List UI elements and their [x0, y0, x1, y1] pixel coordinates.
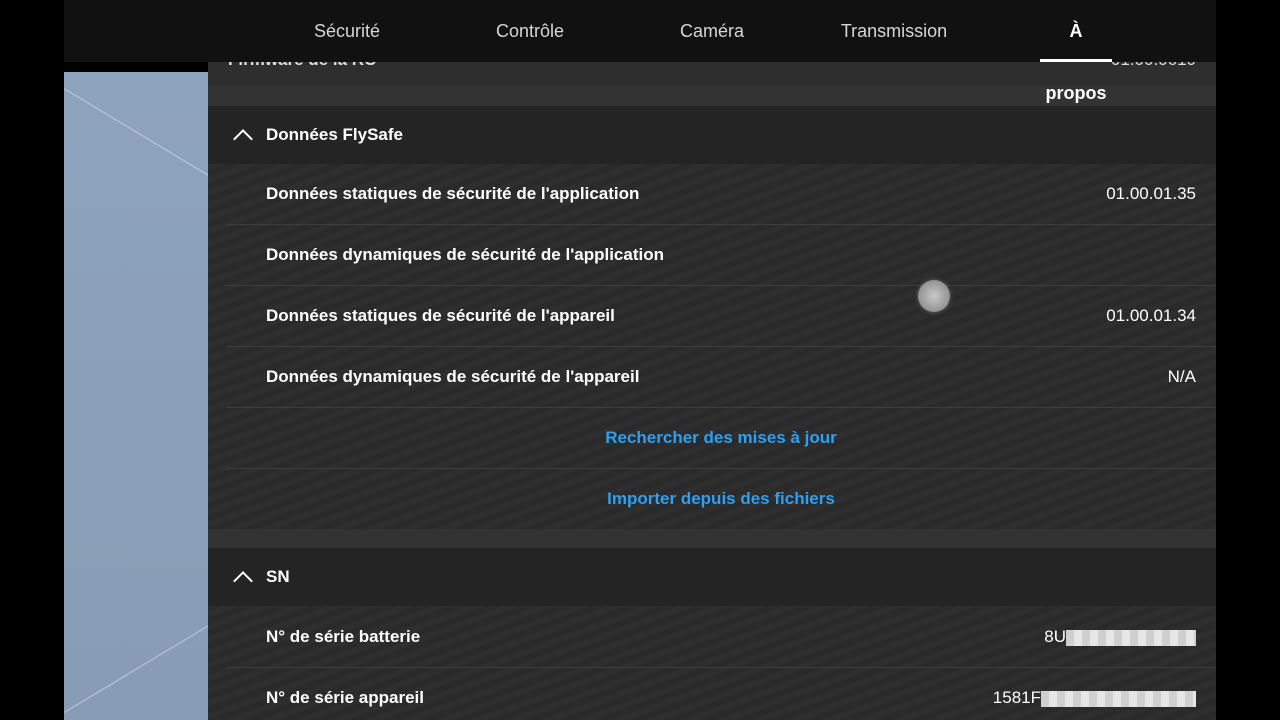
right-letterbox — [1216, 0, 1280, 720]
import-files-button[interactable]: Importer depuis des fichiers — [607, 489, 835, 509]
tab-a-propos[interactable]: À propos — [1040, 0, 1112, 103]
tab-label: Sécurité — [313, 21, 381, 41]
tab-securite[interactable]: Sécurité — [304, 0, 390, 62]
import-files-row: Importer depuis des fichiers — [226, 469, 1216, 530]
redacted-block — [1066, 629, 1196, 646]
tab-label: Contrôle — [495, 21, 565, 41]
settings-tab-bar: Sécurité Contrôle Caméra Transmission À … — [64, 0, 1216, 103]
aircraft-serial-value: 1581F — [993, 688, 1196, 708]
aircraft-static-safety-row: Données statiques de sécurité de l'appar… — [226, 286, 1216, 347]
section-gap — [208, 529, 1216, 548]
camera-view — [64, 72, 208, 720]
tab-controle[interactable]: Contrôle — [484, 0, 576, 62]
app-dynamic-safety-row: Données dynamiques de sécurité de l'appl… — [226, 225, 1216, 286]
check-updates-row: Rechercher des mises à jour — [226, 408, 1216, 469]
aircraft-serial-row: N° de série appareil 1581F — [226, 668, 1216, 720]
sn-section-title: SN — [266, 567, 290, 586]
row-value: 01.00.01.35 — [1106, 184, 1196, 203]
row-value: 01.00.01.34 — [1106, 306, 1196, 325]
battery-serial-row: N° de série batterie 8U — [226, 607, 1216, 668]
settings-panel: Firmware de la RC 01.00.0610 Données Fly… — [208, 62, 1216, 720]
rc-firmware-label: Firmware de la RC — [228, 62, 376, 70]
battery-serial-value: 8U — [1044, 627, 1196, 647]
serial-prefix: 8U — [1044, 627, 1066, 646]
tab-transmission[interactable]: Transmission — [834, 0, 954, 62]
aircraft-dynamic-safety-row: Données dynamiques de sécurité de l'appa… — [226, 347, 1216, 408]
app-static-safety-row: Données statiques de sécurité de l'appli… — [226, 164, 1216, 225]
tab-label: À propos — [1045, 21, 1107, 103]
redacted-block — [1041, 690, 1196, 707]
check-updates-button[interactable]: Rechercher des mises à jour — [605, 428, 837, 448]
sn-section-header[interactable]: SN — [208, 548, 1216, 606]
chevron-up-icon — [233, 129, 253, 149]
row-label: Données statiques de sécurité de l'appli… — [266, 184, 640, 203]
row-value: N/A — [1167, 367, 1196, 386]
tab-label: Caméra — [679, 21, 745, 41]
row-label: Données dynamiques de sécurité de l'appa… — [266, 367, 640, 386]
row-label: Données statiques de sécurité de l'appar… — [266, 306, 615, 325]
chevron-up-icon — [233, 571, 253, 591]
active-tab-indicator — [1040, 59, 1112, 62]
flysafe-section-title: Données FlySafe — [266, 125, 403, 144]
tab-label: Transmission — [840, 21, 948, 41]
touch-indicator — [918, 280, 950, 312]
left-letterbox — [0, 0, 64, 720]
row-label: N° de série batterie — [266, 627, 421, 646]
rc-firmware-value: 01.00.0610 — [1111, 62, 1196, 70]
serial-prefix: 1581F — [992, 688, 1041, 707]
tab-camera[interactable]: Caméra — [672, 0, 752, 62]
row-label: N° de série appareil — [266, 688, 424, 707]
row-label: Données dynamiques de sécurité de l'appl… — [266, 245, 664, 264]
